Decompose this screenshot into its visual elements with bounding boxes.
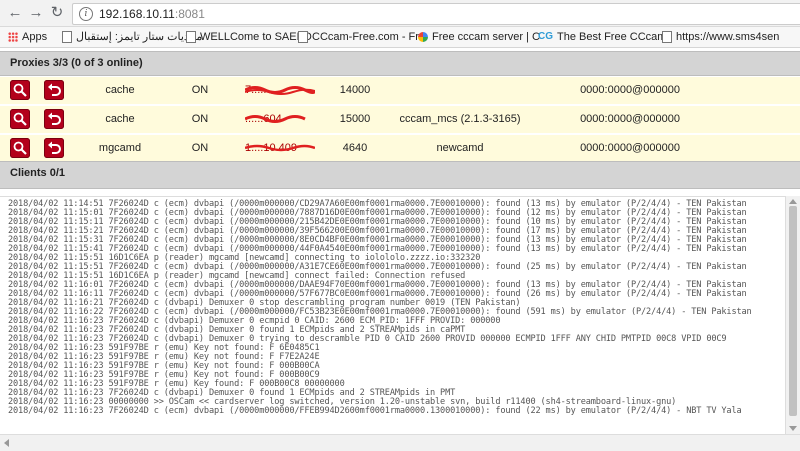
bookmark-best-free-cccam[interactable]: CG The Best Free CCcam bbox=[538, 30, 666, 44]
page-icon bbox=[298, 31, 308, 44]
proxy-port: 15000 bbox=[339, 113, 371, 125]
log-horizontal-scrollbar[interactable] bbox=[0, 434, 800, 451]
back-arrow-icon[interactable]: ← bbox=[6, 4, 24, 22]
proxy-row: mgcamd ON 1....10.409 4640 newcamd 0000:… bbox=[0, 135, 800, 164]
browser-toolbar: ← → ↻ i 192.168.10.11:8081 bbox=[0, 0, 800, 27]
page-icon bbox=[186, 31, 196, 44]
google-icon bbox=[418, 32, 428, 43]
undo-arrow-icon bbox=[48, 83, 61, 96]
restart-button[interactable] bbox=[44, 138, 64, 158]
info-icon[interactable]: i bbox=[79, 7, 93, 21]
redaction-scribble bbox=[245, 144, 315, 152]
proxy-row: cache ON ......604 15000 cccam_mcs (2.1.… bbox=[0, 106, 800, 135]
proxy-host-redacted: ......604 bbox=[245, 113, 325, 125]
scroll-down-icon[interactable] bbox=[789, 426, 797, 431]
bookmark-free-cccam-server[interactable]: Free cccam server | C bbox=[418, 30, 540, 44]
bookmark-apps[interactable]: Apps bbox=[8, 30, 47, 44]
proxy-name: mgcamd bbox=[98, 142, 142, 154]
zoom-button[interactable] bbox=[10, 109, 30, 129]
redaction-scribble bbox=[245, 86, 315, 95]
reload-icon[interactable]: ↻ bbox=[48, 4, 66, 22]
proxy-card: 0000:0000@000000 bbox=[580, 142, 680, 154]
proxy-card: 0000:0000@000000 bbox=[580, 113, 680, 125]
proxy-host-redacted: 1....10.409 bbox=[245, 142, 325, 154]
undo-arrow-icon bbox=[48, 141, 61, 154]
restart-button[interactable] bbox=[44, 80, 64, 100]
bookmark-saeed[interactable]: WELLCome to SAEED bbox=[186, 30, 312, 44]
apps-grid-icon bbox=[8, 32, 18, 43]
scroll-up-icon[interactable] bbox=[789, 199, 797, 204]
proxies-header: Proxies 3/3 (0 of 3 online) bbox=[0, 51, 800, 76]
proxy-state: ON bbox=[191, 84, 209, 96]
page-icon bbox=[662, 31, 672, 44]
forward-arrow-icon[interactable]: → bbox=[27, 4, 45, 22]
log-vertical-scrollbar[interactable] bbox=[785, 196, 800, 434]
proxy-port: 14000 bbox=[339, 84, 371, 96]
bookmarks-bar: Apps منتديات ستار تايمز: إستقبال WELLCom… bbox=[0, 27, 800, 48]
log-line: 2018/04/02 11:16:23 7F26024D c (ecm) dvb… bbox=[8, 406, 742, 416]
proxy-state: ON bbox=[191, 113, 209, 125]
proxy-card: 0000:0000@000000 bbox=[580, 84, 680, 96]
zoom-button[interactable] bbox=[10, 138, 30, 158]
proxy-version: newcamd bbox=[436, 142, 484, 154]
cg-icon: CG bbox=[538, 31, 553, 43]
bookmark-sms4sen[interactable]: https://www.sms4sen bbox=[662, 30, 779, 44]
proxy-row: cache ON 7..... 14000 0000:0000@000000 bbox=[0, 77, 800, 106]
scroll-thumb[interactable] bbox=[789, 206, 797, 416]
log-panel[interactable]: 2018/04/02 11:14:51 7F26024D c (ecm) dvb… bbox=[0, 196, 786, 435]
restart-button[interactable] bbox=[44, 109, 64, 129]
proxy-version: cccam_mcs (2.1.3-3165) bbox=[399, 113, 521, 125]
page-icon bbox=[62, 31, 72, 44]
redaction-scribble bbox=[245, 115, 306, 123]
magnifier-icon bbox=[13, 112, 27, 126]
proxy-name: cache bbox=[105, 84, 135, 96]
bookmark-startimes[interactable]: منتديات ستار تايمز: إستقبال bbox=[62, 30, 202, 44]
address-url[interactable]: 192.168.10.11:8081 bbox=[99, 7, 205, 21]
proxy-port: 4640 bbox=[342, 142, 368, 154]
proxy-state: ON bbox=[191, 142, 209, 154]
bookmark-cccam-free[interactable]: CCcam-Free.com - Fr bbox=[298, 30, 419, 44]
magnifier-icon bbox=[13, 141, 27, 155]
undo-arrow-icon bbox=[48, 112, 61, 125]
clients-header: Clients 0/1 bbox=[0, 161, 800, 189]
scroll-left-icon[interactable] bbox=[4, 439, 9, 447]
proxy-name: cache bbox=[105, 113, 135, 125]
proxy-host-redacted: 7..... bbox=[245, 84, 325, 96]
magnifier-icon bbox=[13, 83, 27, 97]
address-bar[interactable]: i 192.168.10.11:8081 bbox=[72, 3, 800, 25]
zoom-button[interactable] bbox=[10, 80, 30, 100]
